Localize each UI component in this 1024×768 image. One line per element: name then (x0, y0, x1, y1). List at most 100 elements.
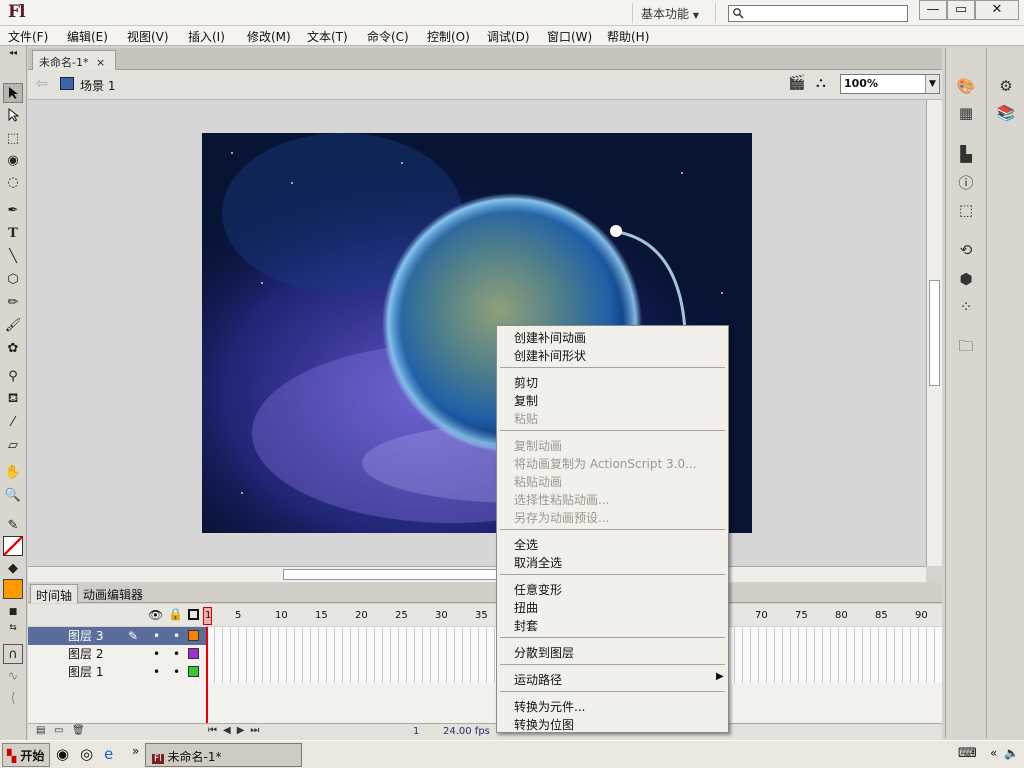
new-layer-icon[interactable]: ▤ (36, 725, 45, 736)
lock-dot[interactable]: • (173, 645, 180, 663)
document-tab[interactable]: 未命名-1* × (32, 50, 116, 70)
eyedropper-tool[interactable]: ⁄ (3, 412, 23, 432)
polygon-tool[interactable]: ⬡ (3, 269, 23, 289)
line-tool[interactable]: ╲ (3, 246, 23, 266)
menu-item-distort[interactable]: 扭曲 (514, 599, 538, 616)
eye-icon[interactable]: 👁 (148, 608, 163, 622)
bone-tool[interactable]: ⚲ (3, 366, 23, 386)
stroke-color-icon[interactable]: ✎ (3, 515, 23, 535)
help-search-input[interactable] (728, 5, 908, 22)
edit-scene-icon[interactable]: 🎬 (788, 75, 805, 91)
taskbar-item-flash[interactable]: Fl 未命名-1* (145, 743, 302, 767)
motion-presets-icon[interactable]: ⁘ (956, 297, 976, 317)
menu-item-copy[interactable]: 复制 (514, 392, 538, 409)
layer-row[interactable]: 图层 1 • • (28, 663, 206, 681)
layer-outline-color[interactable] (188, 648, 199, 659)
menu-modify[interactable]: 修改(M) (247, 28, 291, 45)
menu-item-free-transform[interactable]: 任意变形 (514, 581, 562, 598)
hand-tool[interactable]: ✋ (3, 462, 23, 482)
layer-outline-color[interactable] (188, 630, 199, 641)
snap-magnet-icon[interactable]: ∩ (3, 644, 23, 664)
actions-panel-icon[interactable]: ⟲ (956, 240, 976, 260)
menu-file[interactable]: 文件(F) (8, 28, 48, 45)
color-panel-icon[interactable]: 🎨 (956, 76, 976, 96)
menu-commands[interactable]: 命令(C) (367, 28, 409, 45)
subselection-tool[interactable] (3, 105, 23, 125)
menu-item-select-all[interactable]: 全选 (514, 536, 538, 553)
text-tool[interactable]: T (3, 223, 23, 243)
pencil-tool[interactable]: ✏ (3, 292, 23, 312)
menu-item-envelope[interactable]: 封套 (514, 617, 538, 634)
lock-dot[interactable]: • (173, 663, 180, 681)
layer-row[interactable]: 图层 3 ✎ • • (28, 627, 206, 645)
lasso-tool[interactable]: ◌ (3, 172, 23, 192)
visibility-dot[interactable]: • (153, 627, 160, 645)
menu-help[interactable]: 帮助(H) (607, 28, 649, 45)
deco-tool[interactable]: ✿ (3, 338, 23, 358)
minimize-button[interactable]: — (919, 0, 947, 20)
menu-control[interactable]: 控制(O) (427, 28, 470, 45)
internet-explorer-icon[interactable]: e (104, 745, 113, 763)
more-icon[interactable]: » (132, 744, 139, 758)
fill-color-icon[interactable]: ◆ (3, 558, 23, 578)
properties-panel-icon[interactable]: ⚙ (996, 76, 1016, 96)
zoom-tool[interactable]: 🔍 (3, 485, 23, 505)
library-panel-icon[interactable]: 📚 (996, 103, 1016, 123)
3d-rotation-tool[interactable]: ◉ (3, 150, 23, 170)
speaker-icon[interactable]: 🔈 (1004, 746, 1019, 760)
swatches-panel-icon[interactable]: ▦ (956, 103, 976, 123)
menu-item-motion-path[interactable]: 运动路径 (514, 671, 562, 688)
zoom-select[interactable]: 100% ▼ (840, 74, 940, 94)
straighten-icon[interactable]: ⟨ (3, 688, 23, 708)
horizontal-scrollbar[interactable] (28, 566, 926, 582)
back-arrow-icon[interactable]: ⇦ (36, 76, 48, 92)
media-player-icon[interactable]: ◉ (56, 745, 69, 763)
tab-motion-editor[interactable]: 动画编辑器 (78, 584, 148, 603)
menu-text[interactable]: 文本(T) (307, 28, 348, 45)
menu-item-convert-to-symbol[interactable]: 转换为元件... (514, 698, 585, 715)
swap-colors-icon[interactable]: ⇆ (3, 618, 23, 638)
visibility-dot[interactable]: • (153, 663, 160, 681)
new-folder-icon[interactable]: ▭ (54, 725, 63, 736)
vertical-scrollbar[interactable] (926, 100, 942, 566)
edit-symbols-icon[interactable]: ⛬ (816, 75, 826, 91)
components-panel-icon[interactable]: ⬢ (956, 269, 976, 289)
frame-rate[interactable]: 24.00 fps (443, 726, 490, 737)
close-button[interactable]: ✕ (975, 0, 1019, 20)
stroke-color-swatch[interactable] (3, 536, 23, 556)
brush-tool[interactable]: 🖌 (3, 315, 23, 335)
menu-window[interactable]: 窗口(W) (547, 28, 592, 45)
collapse-icon[interactable]: ◂◂ (3, 46, 23, 58)
restore-button[interactable]: ▭ (947, 0, 975, 20)
keyboard-icon[interactable]: ⌨ (958, 746, 977, 761)
align-panel-icon[interactable]: ▙ (956, 144, 976, 164)
menu-item-distribute-to-layers[interactable]: 分散到图层 (514, 644, 574, 661)
menu-edit[interactable]: 编辑(E) (67, 28, 108, 45)
close-tab-icon[interactable]: × (96, 56, 105, 69)
delete-layer-icon[interactable]: 🗑 (72, 725, 85, 736)
tab-timeline[interactable]: 时间轴 (30, 584, 79, 603)
lock-dot[interactable]: • (173, 627, 180, 645)
fill-color-swatch[interactable] (3, 579, 23, 599)
paint-bucket-tool[interactable]: ⛾ (3, 389, 23, 409)
smooth-icon[interactable]: ∿ (3, 666, 23, 686)
tray-expand-icon[interactable]: « (990, 746, 997, 760)
menu-item-convert-to-bitmap[interactable]: 转换为位图 (514, 716, 574, 733)
vertical-scroll-thumb[interactable] (929, 280, 940, 386)
pen-tool[interactable]: ✒ (3, 200, 23, 220)
menu-debug[interactable]: 调试(D) (487, 28, 530, 45)
menu-view[interactable]: 视图(V) (127, 28, 169, 45)
eraser-tool[interactable]: ▱ (3, 435, 23, 455)
outline-icon[interactable] (188, 609, 199, 620)
menu-item-cut[interactable]: 剪切 (514, 374, 538, 391)
free-transform-tool[interactable]: ⬚ (3, 128, 23, 148)
visibility-dot[interactable]: • (153, 645, 160, 663)
menu-item-create-motion-tween[interactable]: 创建补间动画 (514, 329, 586, 346)
menu-insert[interactable]: 插入(I) (188, 28, 225, 45)
menu-item-deselect-all[interactable]: 取消全选 (514, 554, 562, 571)
browser-icon[interactable]: ◎ (80, 745, 93, 763)
current-frame[interactable]: 1 (413, 726, 419, 737)
lock-icon[interactable]: 🔒 (168, 607, 183, 621)
selection-tool[interactable] (3, 83, 23, 103)
menu-item-create-shape-tween[interactable]: 创建补间形状 (514, 347, 586, 364)
